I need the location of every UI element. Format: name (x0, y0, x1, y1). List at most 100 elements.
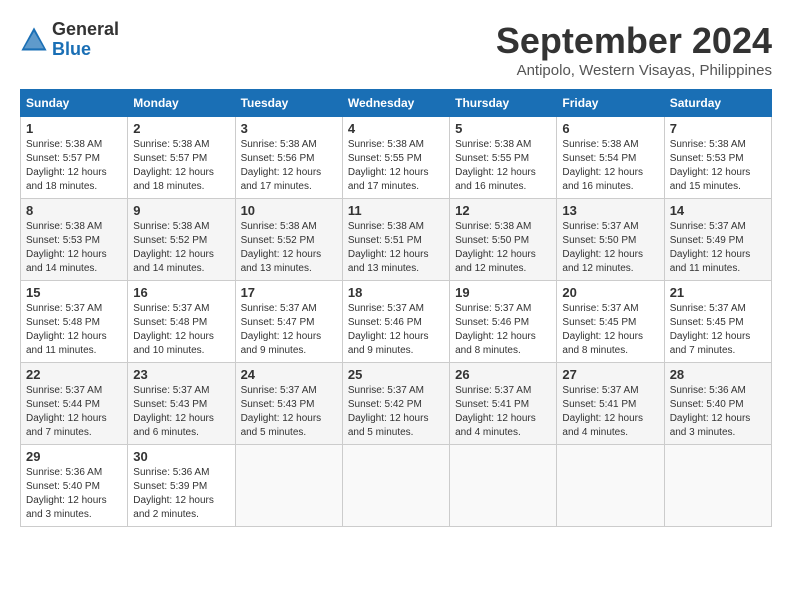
day-number: 5 (455, 121, 551, 136)
day-number: 25 (348, 367, 444, 382)
day-number: 29 (26, 449, 122, 464)
day-info: Sunrise: 5:37 AMSunset: 5:49 PMDaylight:… (670, 221, 751, 274)
day-number: 13 (562, 203, 658, 218)
calendar-cell: 24 Sunrise: 5:37 AMSunset: 5:43 PMDaylig… (235, 363, 342, 445)
day-number: 21 (670, 285, 766, 300)
day-info: Sunrise: 5:36 AMSunset: 5:39 PMDaylight:… (133, 467, 214, 520)
day-number: 7 (670, 121, 766, 136)
month-title: September 2024 (496, 20, 772, 62)
day-info: Sunrise: 5:37 AMSunset: 5:46 PMDaylight:… (348, 303, 429, 356)
day-info: Sunrise: 5:37 AMSunset: 5:43 PMDaylight:… (133, 385, 214, 438)
col-header-thursday: Thursday (450, 90, 557, 117)
day-number: 17 (241, 285, 337, 300)
day-info: Sunrise: 5:38 AMSunset: 5:57 PMDaylight:… (26, 139, 107, 192)
title-section: September 2024 Antipolo, Western Visayas… (496, 20, 772, 79)
day-info: Sunrise: 5:38 AMSunset: 5:55 PMDaylight:… (348, 139, 429, 192)
calendar-cell: 30 Sunrise: 5:36 AMSunset: 5:39 PMDaylig… (128, 445, 235, 527)
day-number: 23 (133, 367, 229, 382)
calendar-cell: 11 Sunrise: 5:38 AMSunset: 5:51 PMDaylig… (342, 199, 449, 281)
day-info: Sunrise: 5:37 AMSunset: 5:46 PMDaylight:… (455, 303, 536, 356)
logo-blue: Blue (52, 40, 119, 60)
day-info: Sunrise: 5:38 AMSunset: 5:50 PMDaylight:… (455, 221, 536, 274)
day-info: Sunrise: 5:36 AMSunset: 5:40 PMDaylight:… (670, 385, 751, 438)
day-info: Sunrise: 5:37 AMSunset: 5:42 PMDaylight:… (348, 385, 429, 438)
day-number: 16 (133, 285, 229, 300)
calendar-cell: 23 Sunrise: 5:37 AMSunset: 5:43 PMDaylig… (128, 363, 235, 445)
day-info: Sunrise: 5:37 AMSunset: 5:48 PMDaylight:… (26, 303, 107, 356)
calendar-table: SundayMondayTuesdayWednesdayThursdayFrid… (20, 89, 772, 527)
day-number: 6 (562, 121, 658, 136)
day-info: Sunrise: 5:38 AMSunset: 5:55 PMDaylight:… (455, 139, 536, 192)
day-number: 9 (133, 203, 229, 218)
calendar-cell: 27 Sunrise: 5:37 AMSunset: 5:41 PMDaylig… (557, 363, 664, 445)
day-number: 12 (455, 203, 551, 218)
day-info: Sunrise: 5:38 AMSunset: 5:53 PMDaylight:… (670, 139, 751, 192)
calendar-cell: 26 Sunrise: 5:37 AMSunset: 5:41 PMDaylig… (450, 363, 557, 445)
col-header-saturday: Saturday (664, 90, 771, 117)
location-title: Antipolo, Western Visayas, Philippines (496, 62, 772, 79)
calendar-week-row: 22 Sunrise: 5:37 AMSunset: 5:44 PMDaylig… (21, 363, 772, 445)
calendar-cell: 16 Sunrise: 5:37 AMSunset: 5:48 PMDaylig… (128, 281, 235, 363)
day-info: Sunrise: 5:37 AMSunset: 5:47 PMDaylight:… (241, 303, 322, 356)
logo-icon (20, 26, 48, 54)
calendar-cell: 18 Sunrise: 5:37 AMSunset: 5:46 PMDaylig… (342, 281, 449, 363)
calendar-cell: 3 Sunrise: 5:38 AMSunset: 5:56 PMDayligh… (235, 117, 342, 199)
day-info: Sunrise: 5:37 AMSunset: 5:44 PMDaylight:… (26, 385, 107, 438)
day-number: 10 (241, 203, 337, 218)
col-header-wednesday: Wednesday (342, 90, 449, 117)
calendar-cell: 5 Sunrise: 5:38 AMSunset: 5:55 PMDayligh… (450, 117, 557, 199)
day-number: 2 (133, 121, 229, 136)
calendar-cell (557, 445, 664, 527)
calendar-cell: 20 Sunrise: 5:37 AMSunset: 5:45 PMDaylig… (557, 281, 664, 363)
col-header-friday: Friday (557, 90, 664, 117)
calendar-cell: 13 Sunrise: 5:37 AMSunset: 5:50 PMDaylig… (557, 199, 664, 281)
calendar-cell: 22 Sunrise: 5:37 AMSunset: 5:44 PMDaylig… (21, 363, 128, 445)
calendar-header-row: SundayMondayTuesdayWednesdayThursdayFrid… (21, 90, 772, 117)
calendar-cell (664, 445, 771, 527)
day-info: Sunrise: 5:37 AMSunset: 5:45 PMDaylight:… (670, 303, 751, 356)
calendar-week-row: 1 Sunrise: 5:38 AMSunset: 5:57 PMDayligh… (21, 117, 772, 199)
calendar-cell: 12 Sunrise: 5:38 AMSunset: 5:50 PMDaylig… (450, 199, 557, 281)
day-number: 19 (455, 285, 551, 300)
day-number: 1 (26, 121, 122, 136)
calendar-cell: 28 Sunrise: 5:36 AMSunset: 5:40 PMDaylig… (664, 363, 771, 445)
logo-general: General (52, 20, 119, 40)
calendar-cell: 9 Sunrise: 5:38 AMSunset: 5:52 PMDayligh… (128, 199, 235, 281)
calendar-week-row: 29 Sunrise: 5:36 AMSunset: 5:40 PMDaylig… (21, 445, 772, 527)
day-info: Sunrise: 5:37 AMSunset: 5:41 PMDaylight:… (455, 385, 536, 438)
day-info: Sunrise: 5:37 AMSunset: 5:50 PMDaylight:… (562, 221, 643, 274)
day-info: Sunrise: 5:38 AMSunset: 5:52 PMDaylight:… (133, 221, 214, 274)
day-info: Sunrise: 5:38 AMSunset: 5:51 PMDaylight:… (348, 221, 429, 274)
day-info: Sunrise: 5:36 AMSunset: 5:40 PMDaylight:… (26, 467, 107, 520)
day-info: Sunrise: 5:38 AMSunset: 5:54 PMDaylight:… (562, 139, 643, 192)
calendar-cell: 6 Sunrise: 5:38 AMSunset: 5:54 PMDayligh… (557, 117, 664, 199)
logo: General Blue (20, 20, 119, 60)
day-number: 28 (670, 367, 766, 382)
calendar-week-row: 8 Sunrise: 5:38 AMSunset: 5:53 PMDayligh… (21, 199, 772, 281)
day-info: Sunrise: 5:38 AMSunset: 5:53 PMDaylight:… (26, 221, 107, 274)
day-number: 15 (26, 285, 122, 300)
calendar-cell: 7 Sunrise: 5:38 AMSunset: 5:53 PMDayligh… (664, 117, 771, 199)
col-header-tuesday: Tuesday (235, 90, 342, 117)
calendar-week-row: 15 Sunrise: 5:37 AMSunset: 5:48 PMDaylig… (21, 281, 772, 363)
calendar-cell (450, 445, 557, 527)
calendar-cell: 14 Sunrise: 5:37 AMSunset: 5:49 PMDaylig… (664, 199, 771, 281)
calendar-cell: 19 Sunrise: 5:37 AMSunset: 5:46 PMDaylig… (450, 281, 557, 363)
calendar-cell: 17 Sunrise: 5:37 AMSunset: 5:47 PMDaylig… (235, 281, 342, 363)
day-info: Sunrise: 5:38 AMSunset: 5:56 PMDaylight:… (241, 139, 322, 192)
calendar-cell: 2 Sunrise: 5:38 AMSunset: 5:57 PMDayligh… (128, 117, 235, 199)
calendar-cell (235, 445, 342, 527)
day-number: 4 (348, 121, 444, 136)
calendar-cell (342, 445, 449, 527)
day-number: 24 (241, 367, 337, 382)
day-number: 22 (26, 367, 122, 382)
col-header-sunday: Sunday (21, 90, 128, 117)
calendar-cell: 15 Sunrise: 5:37 AMSunset: 5:48 PMDaylig… (21, 281, 128, 363)
calendar-cell: 29 Sunrise: 5:36 AMSunset: 5:40 PMDaylig… (21, 445, 128, 527)
day-info: Sunrise: 5:37 AMSunset: 5:48 PMDaylight:… (133, 303, 214, 356)
day-number: 27 (562, 367, 658, 382)
day-number: 11 (348, 203, 444, 218)
day-info: Sunrise: 5:38 AMSunset: 5:57 PMDaylight:… (133, 139, 214, 192)
day-info: Sunrise: 5:37 AMSunset: 5:45 PMDaylight:… (562, 303, 643, 356)
calendar-cell: 1 Sunrise: 5:38 AMSunset: 5:57 PMDayligh… (21, 117, 128, 199)
